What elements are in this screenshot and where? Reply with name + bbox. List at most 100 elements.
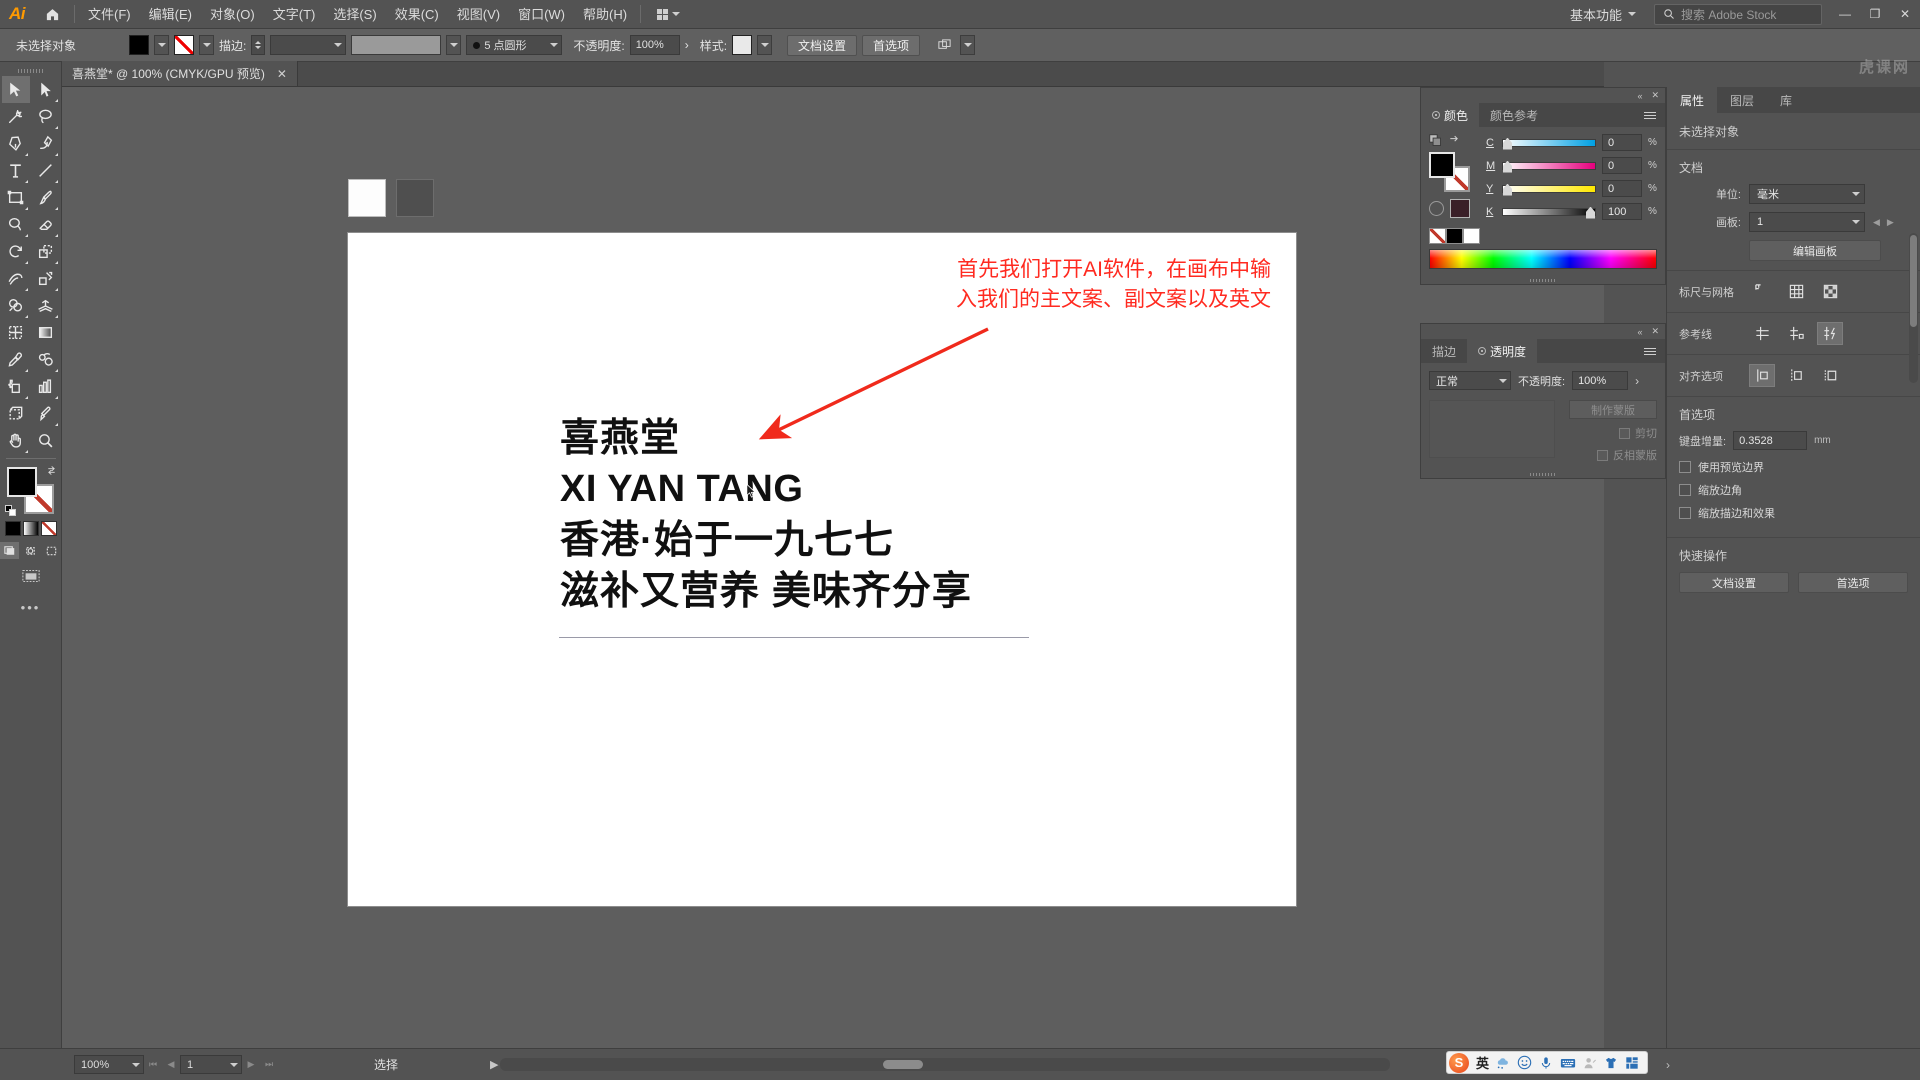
quick-preferences-button[interactable]: 首选项 — [1798, 572, 1908, 593]
swatch-black[interactable] — [1446, 228, 1463, 244]
stroke-dropdown-arrow[interactable] — [199, 35, 214, 55]
slider-thumb-m[interactable] — [1503, 160, 1512, 173]
arrange-documents-button[interactable] — [651, 3, 686, 25]
collapse-icon[interactable]: « — [1637, 327, 1642, 337]
menu-help[interactable]: 帮助(H) — [574, 0, 636, 29]
scale-strokes-effects-checkbox[interactable]: 缩放描边和效果 — [1679, 505, 1908, 521]
slice-tool[interactable] — [32, 400, 60, 427]
graphic-style-swatch[interactable] — [732, 35, 753, 55]
panel-menu-icon[interactable] — [1635, 103, 1665, 127]
shaper-tool[interactable] — [2, 211, 30, 238]
slider-track-k[interactable] — [1502, 206, 1596, 219]
close-button[interactable]: ✕ — [1890, 0, 1920, 29]
stroke-profile-arrow[interactable] — [446, 35, 462, 55]
slider-value-y[interactable]: 0 — [1602, 180, 1642, 197]
rotate-tool[interactable] — [2, 238, 30, 265]
hand-tool[interactable] — [2, 427, 30, 454]
align-to-key-object-icon[interactable] — [1783, 364, 1809, 387]
keyboard-icon[interactable] — [1560, 1056, 1576, 1070]
default-fill-stroke-icon[interactable] — [4, 505, 17, 517]
dark-swatch[interactable] — [396, 179, 434, 217]
slider-value-k[interactable]: 100 — [1602, 203, 1642, 220]
color-spectrum-bar[interactable] — [1429, 249, 1657, 269]
tab-stroke[interactable]: 描边 — [1421, 339, 1467, 363]
menu-view[interactable]: 视图(V) — [448, 0, 509, 29]
stroke-swatch[interactable] — [174, 35, 194, 55]
swap-colors-icon[interactable] — [1448, 134, 1461, 147]
tab-properties[interactable]: 属性 — [1667, 87, 1718, 113]
pen-tool[interactable] — [2, 130, 30, 157]
slider-thumb-k[interactable] — [1586, 206, 1595, 219]
keyboard-increment-field[interactable]: 0.3528 — [1733, 431, 1808, 450]
invert-mask-checkbox[interactable]: 反相蒙版 — [1597, 447, 1657, 463]
change-screen-mode-icon[interactable] — [20, 567, 42, 584]
artwork-line-1[interactable]: 喜燕堂 — [560, 413, 972, 464]
tab-libraries[interactable]: 库 — [1767, 87, 1805, 113]
menu-type[interactable]: 文字(T) — [264, 0, 325, 29]
type-tool[interactable] — [2, 157, 30, 184]
collapse-icon[interactable]: « — [1637, 91, 1642, 101]
free-transform-tool[interactable] — [32, 265, 60, 292]
graphic-style-arrow[interactable] — [757, 35, 773, 55]
tab-color[interactable]: 颜色 — [1421, 103, 1480, 127]
menu-edit[interactable]: 编辑(E) — [140, 0, 201, 29]
lock-guides-icon[interactable] — [1783, 322, 1809, 345]
prev-artboard-icon[interactable]: ◀ — [1873, 217, 1880, 228]
workspace-switcher[interactable]: 基本功能 — [1560, 3, 1646, 25]
properties-scrollbar[interactable] — [1909, 233, 1918, 383]
menu-select[interactable]: 选择(S) — [324, 0, 385, 29]
color-panel-fill-swatch[interactable] — [1429, 152, 1455, 178]
artwork-line-4[interactable]: 滋补又营养 美味齐分享 — [560, 566, 972, 617]
show-guides-icon[interactable] — [1749, 322, 1775, 345]
unit-select[interactable]: 毫米 — [1749, 184, 1865, 204]
eraser-tool[interactable] — [32, 211, 60, 238]
prev-artboard-button[interactable]: ◀ — [162, 1055, 180, 1074]
direct-selection-tool[interactable] — [32, 76, 60, 103]
opacity-expand-icon[interactable]: › — [1635, 374, 1639, 388]
slider-track-m[interactable] — [1502, 160, 1596, 173]
draw-behind-icon[interactable] — [21, 542, 40, 559]
color-mode-none[interactable] — [40, 521, 57, 536]
slider-thumb-y[interactable] — [1503, 183, 1512, 196]
slider-thumb-c[interactable] — [1503, 137, 1512, 150]
show-transparency-grid-icon[interactable] — [1817, 280, 1843, 303]
arrange-objects-icon[interactable] — [933, 35, 955, 55]
mesh-tool[interactable] — [2, 319, 30, 346]
skin-icon[interactable] — [1604, 1056, 1618, 1070]
slider-track-c[interactable] — [1502, 137, 1596, 150]
artwork-line-3[interactable]: 香港·始于一九七七 — [560, 515, 972, 566]
menu-file[interactable]: 文件(F) — [79, 0, 140, 29]
white-swatch[interactable] — [348, 179, 386, 217]
align-to-selection-icon[interactable] — [1749, 364, 1775, 387]
edit-artboards-button[interactable]: 编辑画板 — [1749, 240, 1881, 261]
fill-color-swatch[interactable] — [6, 467, 37, 497]
blend-mode-select[interactable]: 正常 — [1429, 371, 1511, 390]
arrange-dropdown-arrow[interactable] — [960, 35, 976, 55]
menu-object[interactable]: 对象(O) — [201, 0, 264, 29]
quick-document-setup-button[interactable]: 文档设置 — [1679, 572, 1789, 593]
fill-dropdown-arrow[interactable] — [154, 35, 169, 55]
artwork-line-2[interactable]: XI YAN TANG — [560, 464, 972, 514]
artboard-number-field[interactable]: 1 — [180, 1055, 242, 1074]
swap-fill-stroke-icon[interactable] — [46, 465, 57, 476]
column-graph-tool[interactable] — [32, 373, 60, 400]
align-to-artboard-icon[interactable] — [1817, 364, 1843, 387]
restore-button[interactable]: ❐ — [1860, 0, 1890, 29]
canvas-horizontal-scrollbar[interactable] — [500, 1058, 1390, 1071]
artwork-text-block[interactable]: 喜燕堂 XI YAN TANG 香港·始于一九七七 滋补又营养 美味齐分享 — [560, 413, 972, 618]
selection-tool[interactable] — [1, 76, 30, 103]
emoji-icon[interactable] — [1517, 1055, 1532, 1070]
search-adobe-stock[interactable]: 搜索 Adobe Stock — [1654, 3, 1822, 25]
tab-transparency[interactable]: 透明度 — [1467, 339, 1538, 363]
color-wheel-icon[interactable] — [1429, 201, 1444, 216]
preferences-button[interactable]: 首选项 — [862, 34, 921, 56]
first-artboard-button[interactable]: ⏮ — [144, 1055, 162, 1074]
toolbar-drag-handle[interactable] — [0, 66, 61, 76]
color-panel-resize-grip[interactable] — [1421, 277, 1665, 284]
draw-inside-icon[interactable] — [42, 542, 61, 559]
input-mode-icon[interactable]: 英 — [1476, 1053, 1489, 1072]
transparency-opacity-value[interactable]: 100% — [1572, 371, 1629, 390]
color-mode-gradient[interactable] — [22, 521, 39, 536]
variable-width-profile-combo[interactable]: 5 点圆形 — [466, 35, 563, 55]
make-mask-button[interactable]: 制作蒙版 — [1569, 400, 1657, 419]
